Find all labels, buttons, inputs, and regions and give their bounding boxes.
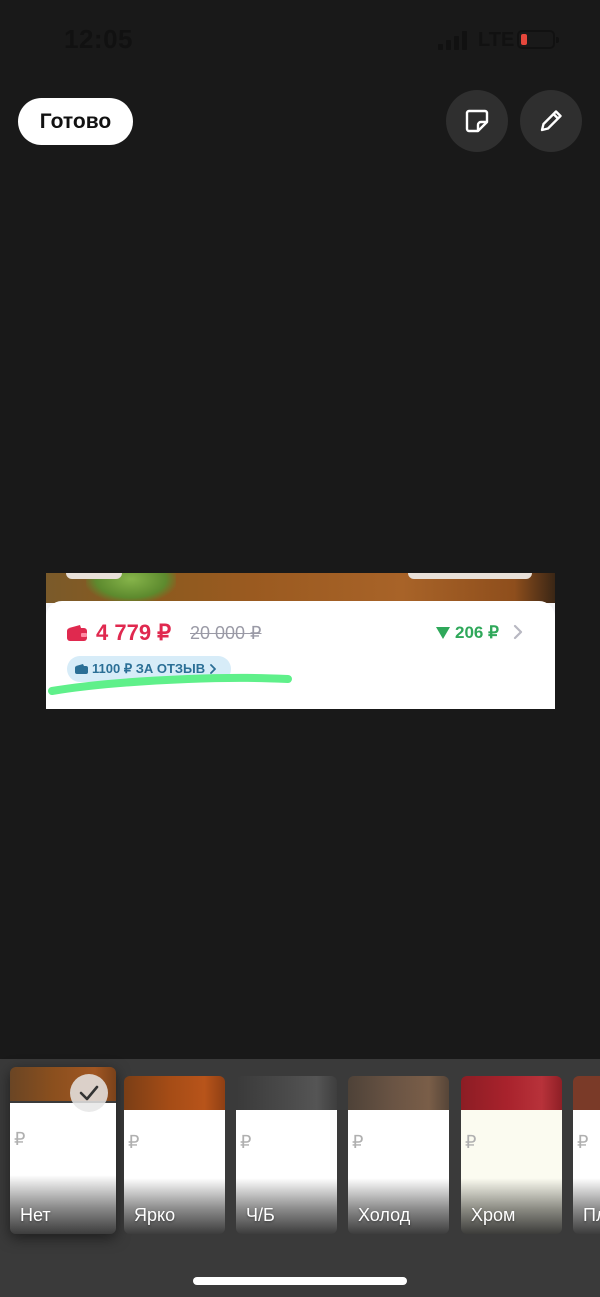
battery-icon xyxy=(517,30,559,49)
filter-partial[interactable]: ₽ Пл xyxy=(573,1076,600,1234)
filter-label: Хром xyxy=(471,1205,516,1225)
filter-mono[interactable]: ₽ Ч/Б xyxy=(236,1076,337,1234)
filter-none[interactable]: ₽ Нет xyxy=(10,1067,116,1234)
checkmark-icon xyxy=(70,1074,108,1112)
filter-label: Холод xyxy=(358,1205,411,1225)
filter-chrome[interactable]: ₽ Хром xyxy=(461,1076,562,1234)
current-price: 4 779 ₽ xyxy=(96,620,172,645)
ruble-mark: ₽ xyxy=(577,1132,589,1152)
filter-label: Ярко xyxy=(134,1205,176,1225)
network-type: LTE xyxy=(478,29,515,51)
home-indicator xyxy=(193,1277,407,1285)
photo-background xyxy=(46,573,555,603)
filter-label: Пл xyxy=(583,1205,600,1225)
filter-label: Нет xyxy=(20,1205,51,1225)
chevron-right-icon xyxy=(513,624,523,640)
wallet-icon xyxy=(67,625,87,641)
ruble-mark: ₽ xyxy=(352,1132,364,1152)
ruble-mark: ₽ xyxy=(465,1132,477,1152)
signal-icon xyxy=(438,30,470,50)
status-time: 12:05 xyxy=(64,24,133,54)
status-bar: 12:05 LTE xyxy=(0,0,600,84)
price-drop: 206 ₽ xyxy=(436,623,499,643)
ruble-mark: ₽ xyxy=(128,1132,140,1152)
triangle-down-icon xyxy=(436,627,450,639)
edit-button[interactable] xyxy=(520,90,582,152)
photo-editor-screen: 12:05 LTE Готово 4 779 ₽ 20 000 ₽ 206 ₽ … xyxy=(0,0,600,1297)
sticker-icon xyxy=(465,109,489,133)
sticker-button[interactable] xyxy=(446,90,508,152)
done-button[interactable]: Готово xyxy=(18,98,133,145)
price-drop-value: 206 ₽ xyxy=(455,623,499,642)
filter-label: Ч/Б xyxy=(246,1205,275,1225)
highlight-marker-stroke xyxy=(48,673,292,695)
pencil-icon xyxy=(540,110,562,132)
ruble-mark: ₽ xyxy=(240,1132,252,1152)
filter-cool[interactable]: ₽ Холод xyxy=(348,1076,449,1234)
old-price: 20 000 ₽ xyxy=(190,623,262,643)
photo-canvas[interactable]: 4 779 ₽ 20 000 ₽ 206 ₽ 1100 ₽ ЗА ОТЗЫВ xyxy=(46,573,555,709)
ruble-mark: ₽ xyxy=(14,1129,26,1149)
price-card: 4 779 ₽ 20 000 ₽ 206 ₽ 1100 ₽ ЗА ОТЗЫВ xyxy=(46,601,555,709)
filter-vivid[interactable]: ₽ Ярко xyxy=(124,1076,225,1234)
